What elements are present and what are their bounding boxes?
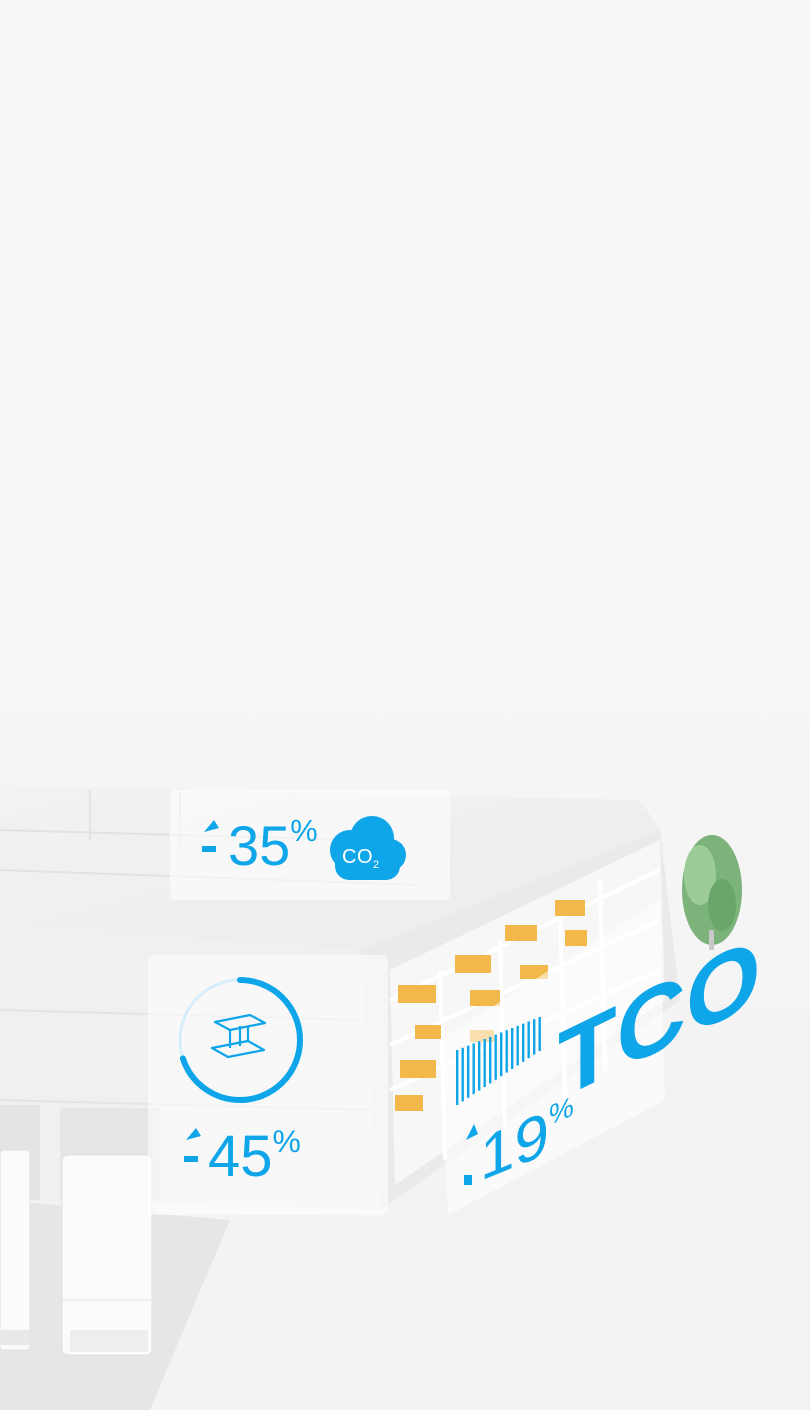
tco-gauge-bar [494, 1034, 497, 1080]
tco-gauge-bar [467, 1045, 470, 1098]
truck-left [0, 1149, 31, 1351]
tco-gauge-bar [461, 1047, 464, 1102]
tco-gauge-bar [489, 1036, 492, 1084]
tco-gauge-bar [505, 1030, 508, 1073]
tco-gauge-bar [483, 1039, 486, 1087]
tco-gauge-bar [478, 1041, 481, 1091]
steel-reduction-value: 45% [208, 1123, 301, 1189]
warehouse-scene [0, 0, 810, 1410]
co2-reduction-value: 35% [228, 813, 318, 877]
tco-gauge-bar [538, 1017, 541, 1051]
tco-gauge-bar [527, 1021, 530, 1059]
tco-gauge-bar [456, 1050, 459, 1105]
co2-reduction-unit: % [290, 813, 318, 849]
tco-gauge-bar [522, 1023, 525, 1062]
truck-right [61, 1154, 153, 1356]
tco-gauge-bar [533, 1019, 536, 1055]
tco-gauge-bar [472, 1043, 475, 1095]
tco-gauge-bar [500, 1032, 503, 1077]
tco-gauge-bar [511, 1028, 514, 1069]
tco-gauge-bar [516, 1025, 519, 1066]
steel-reduction-unit: % [272, 1123, 301, 1160]
co2-label: CO2 [342, 846, 380, 871]
